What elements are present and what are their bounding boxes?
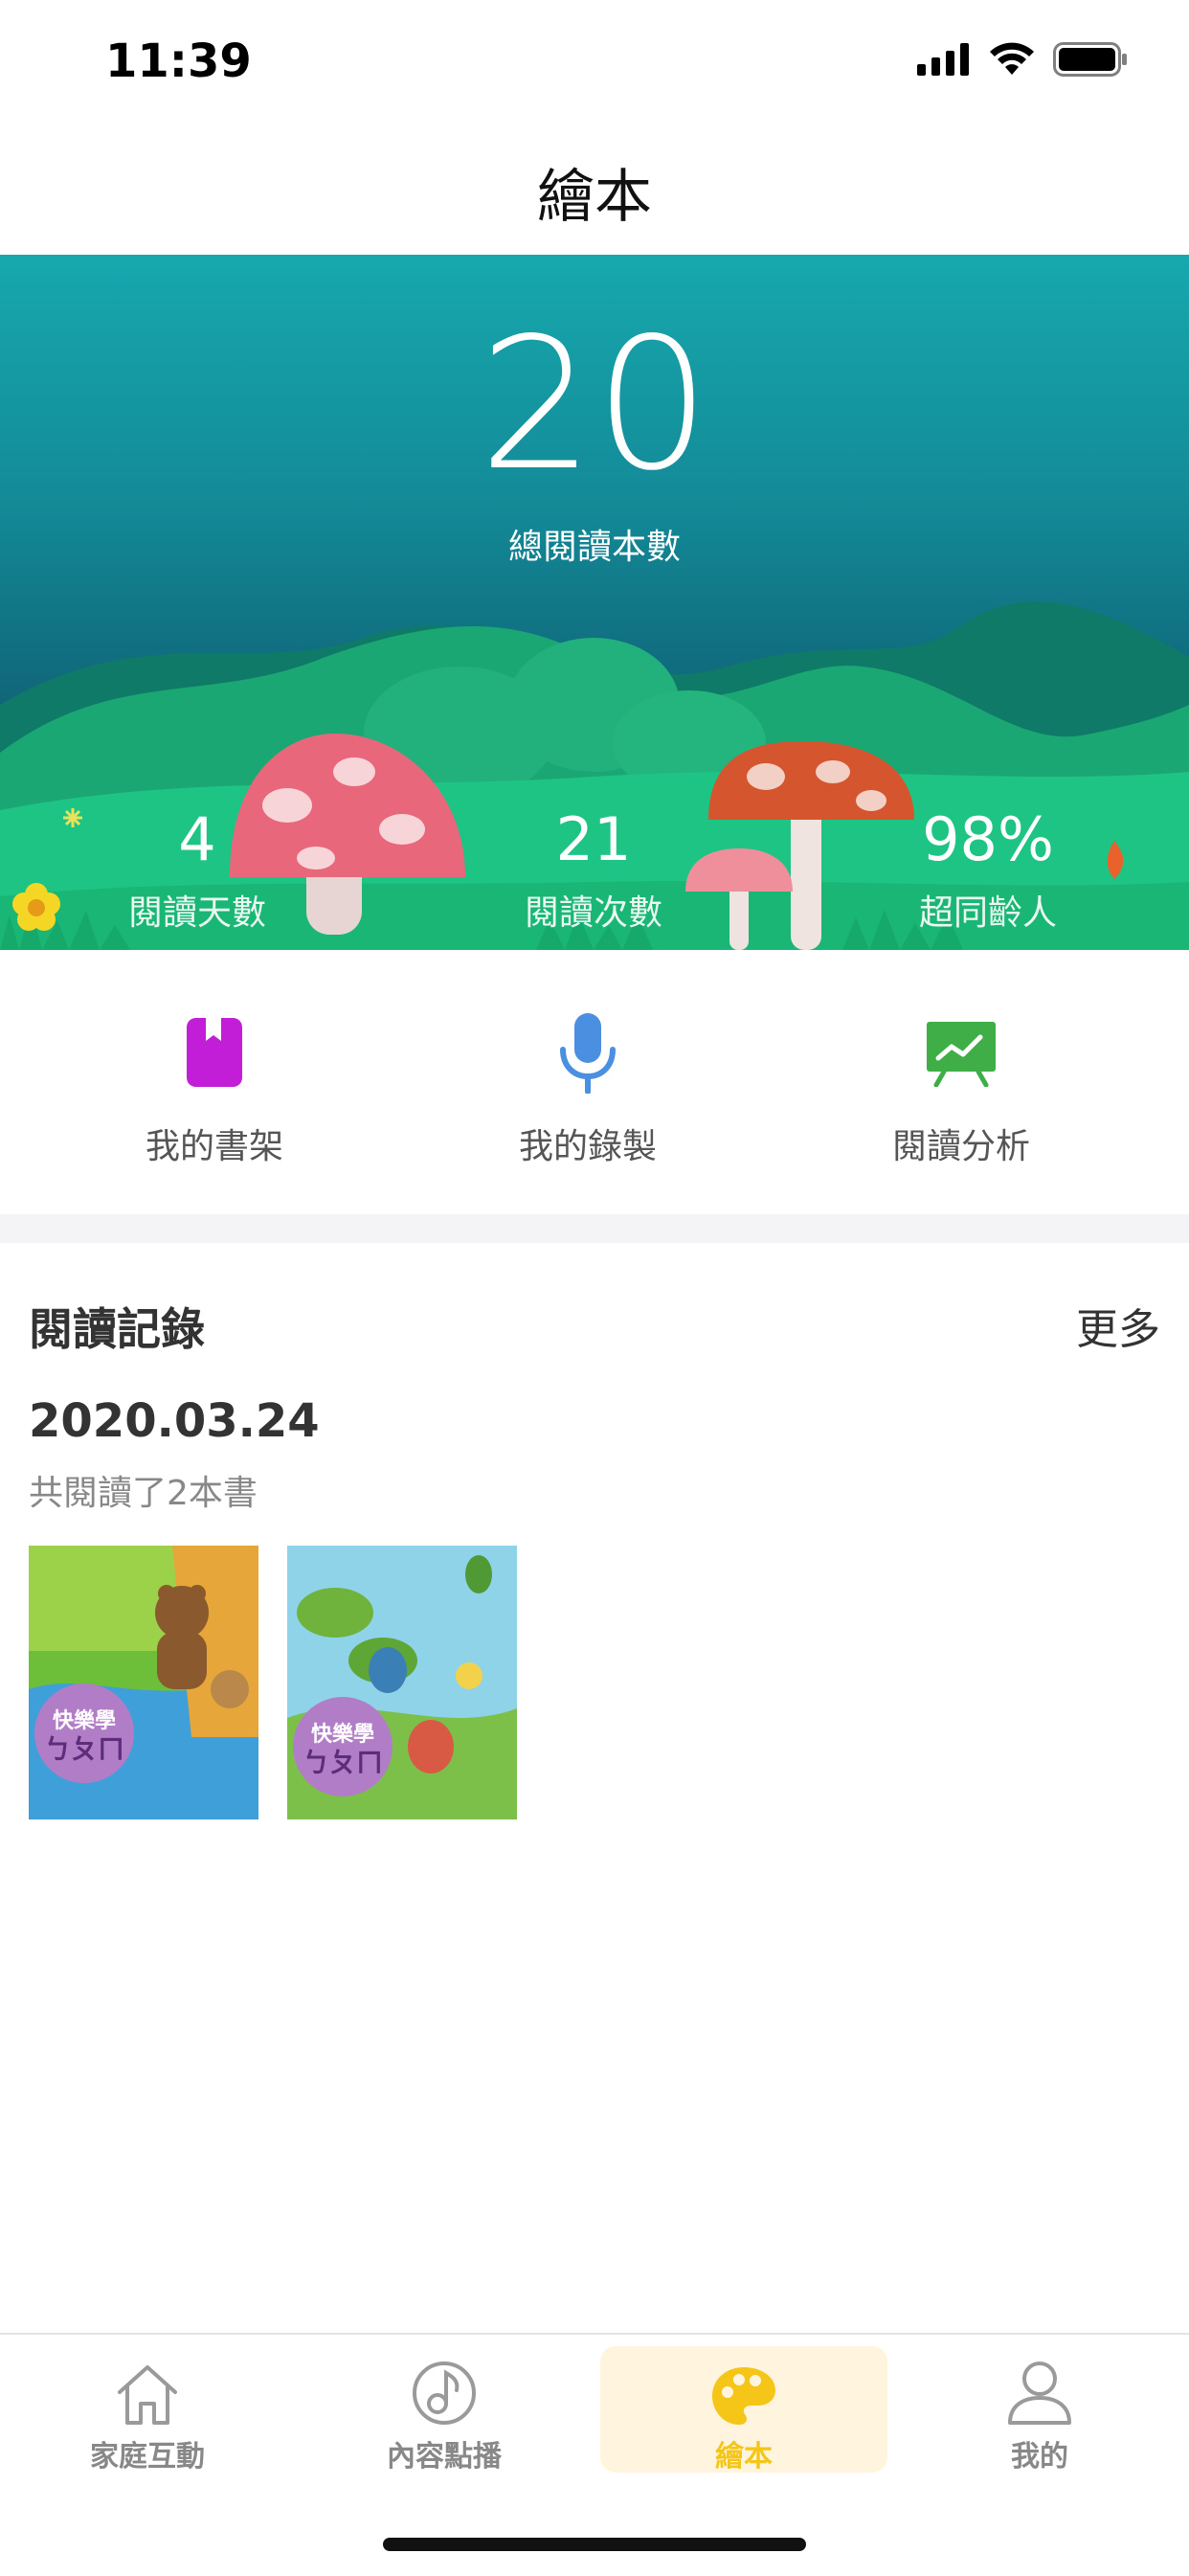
book-title: 快樂學 <box>53 1708 116 1733</box>
more-link[interactable]: 更多 <box>1076 1295 1160 1356</box>
stat-label: 超同齡人 <box>918 893 1057 933</box>
status-time: 11:39 <box>105 34 252 88</box>
battery-icon <box>1053 42 1127 77</box>
microphone-icon <box>560 1013 616 1094</box>
reading-summary-banner: 20 總閱讀本數 4 閱讀天數 21 閱讀次數 98% 超同齡人 <box>0 255 1189 950</box>
house-icon <box>118 2365 177 2425</box>
stat-value: 21 <box>555 804 632 874</box>
book-cover[interactable]: 快樂學 ㄅㄆㄇ <box>287 1546 517 1819</box>
my-recordings-button[interactable]: 我的錄製 <box>444 1009 731 1168</box>
book-cover[interactable]: 快樂學 ㄅㄆㄇ <box>29 1546 258 1819</box>
quick-actions: 我的書架 我的錄製 閱讀分析 <box>0 950 1189 1214</box>
tab-me[interactable]: 我的 <box>896 2346 1183 2474</box>
my-bookshelf-button[interactable]: 我的書架 <box>71 1009 358 1168</box>
stat-label: 閱讀天數 <box>127 893 266 933</box>
book-title: 快樂學 <box>311 1722 374 1747</box>
nav-bar: 繪本 <box>0 128 1189 255</box>
tab-label: 家庭互動 <box>90 2440 205 2474</box>
signal-icon <box>917 43 969 76</box>
stat-label: 閱讀次數 <box>524 893 662 933</box>
tab-on-demand[interactable]: 內容點播 <box>301 2346 588 2474</box>
page-title: 繪本 <box>537 163 652 231</box>
chart-board-icon <box>927 1022 996 1087</box>
tab-family-interaction[interactable]: 家庭互動 <box>4 2346 291 2474</box>
tab-label: 內容點播 <box>387 2440 502 2474</box>
total-books-value: 20 <box>479 299 710 510</box>
stat-value: 4 <box>178 804 216 874</box>
quick-action-label: 閱讀分析 <box>891 1127 1030 1166</box>
record-date: 2020.03.24 <box>29 1394 320 1448</box>
quick-action-label: 我的書架 <box>145 1127 283 1166</box>
tab-picture-books[interactable]: 繪本 <box>600 2346 887 2474</box>
record-count: 共閱讀了2本書 <box>29 1474 258 1513</box>
stat-peer-rank: 98% 超同齡人 <box>844 810 1132 935</box>
stat-reading-days: 4 閱讀天數 <box>54 810 341 935</box>
reading-analysis-button[interactable]: 閱讀分析 <box>818 1009 1105 1168</box>
book-subtitle: ㄅㄆㄇ <box>303 1747 383 1778</box>
bookshelf-icon <box>187 1018 242 1087</box>
home-indicator <box>383 2538 806 2551</box>
tab-label: 繪本 <box>715 2440 773 2474</box>
book-cover-image: 快樂學 ㄅㄆㄇ <box>29 1546 258 1819</box>
palette-icon <box>712 2367 775 2425</box>
music-note-icon <box>413 2361 476 2425</box>
quick-action-label: 我的錄製 <box>518 1127 657 1166</box>
book-subtitle: ㄅㄆㄇ <box>44 1733 124 1765</box>
section-divider <box>0 1214 1189 1243</box>
tab-label: 我的 <box>1011 2440 1068 2474</box>
person-icon <box>1008 2361 1071 2425</box>
wifi-icon <box>990 42 1034 75</box>
stat-reading-times: 21 閱讀次數 <box>450 810 737 935</box>
status-icons <box>917 42 1128 77</box>
book-cover-image: 快樂學 ㄅㄆㄇ <box>287 1546 517 1819</box>
status-bar: 11:39 <box>0 0 1189 128</box>
stat-value: 98% <box>922 804 1054 874</box>
reading-records-title: 閱讀記錄 <box>29 1303 205 1355</box>
total-books-label: 總閱讀本數 <box>507 528 681 567</box>
